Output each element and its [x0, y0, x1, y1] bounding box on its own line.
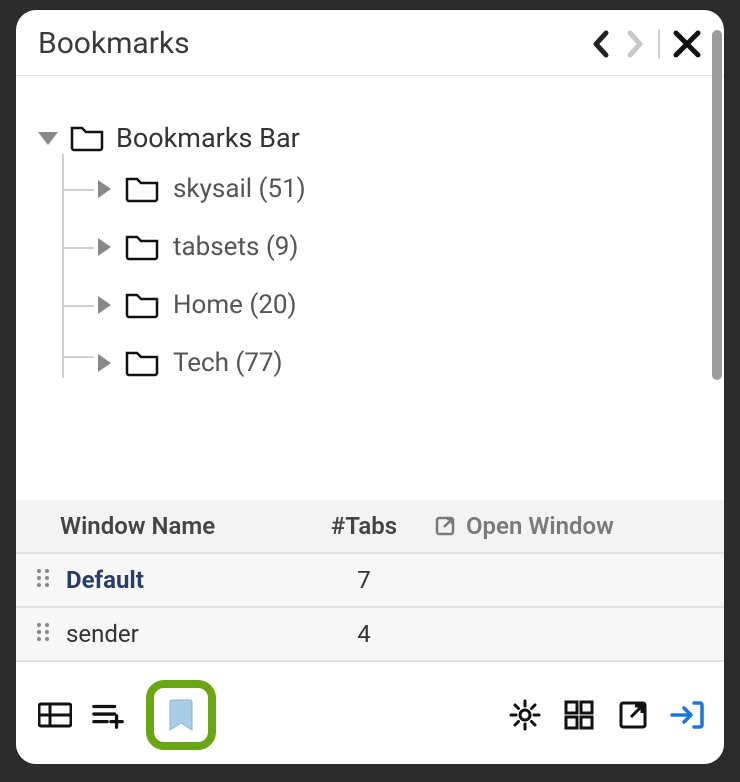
col-header-name: Window Name	[34, 512, 294, 540]
nav-forward-button[interactable]	[624, 29, 646, 59]
bottom-toolbar	[16, 662, 724, 764]
drag-handle-icon[interactable]	[34, 566, 52, 594]
table-row[interactable]: sender 4	[16, 608, 724, 662]
tree-item-label: Tech (77)	[173, 348, 283, 378]
open-external-icon	[434, 515, 456, 537]
chevron-right-icon	[98, 354, 111, 372]
tree-item[interactable]: Home (20)	[64, 276, 702, 334]
login-button[interactable]	[670, 698, 704, 732]
window-tab-count: 7	[294, 566, 434, 594]
folder-icon	[125, 291, 159, 319]
folder-icon	[125, 175, 159, 203]
playlist-add-icon	[92, 700, 126, 730]
window-name: sender	[66, 620, 139, 648]
drag-handle-icon[interactable]	[34, 620, 52, 648]
bookmark-icon	[166, 698, 196, 732]
list-view-button[interactable]	[38, 698, 72, 732]
settings-button[interactable]	[508, 698, 542, 732]
chevron-right-icon	[98, 238, 111, 256]
window-tab-count: 4	[294, 620, 434, 648]
tree-item[interactable]: skysail (51)	[64, 160, 702, 218]
chevron-right-icon	[624, 29, 646, 59]
tree-item-label: tabsets (9)	[173, 232, 298, 262]
panel-title: Bookmarks	[38, 26, 590, 61]
gear-icon	[509, 699, 541, 731]
panel-header: Bookmarks	[16, 10, 724, 76]
windows-table: Window Name #Tabs Open Window Default 7	[16, 500, 724, 662]
chevron-left-icon	[590, 29, 612, 59]
tree-children: skysail (51) tabsets (9) Home (20) Tech …	[62, 154, 702, 378]
close-icon	[672, 29, 702, 59]
grid-view-button[interactable]	[562, 698, 596, 732]
tree-item-label: skysail (51)	[173, 174, 306, 204]
bookmarks-tree: Bookmarks Bar skysail (51) tabsets (9) H…	[16, 76, 724, 500]
tree-root-label: Bookmarks Bar	[116, 122, 300, 154]
open-external-icon	[618, 700, 648, 730]
folder-icon	[70, 124, 104, 152]
folder-icon	[125, 349, 159, 377]
bookmark-toggle-button[interactable]	[146, 680, 216, 750]
scrollbar[interactable]	[712, 30, 722, 380]
open-window-button[interactable]: Open Window	[434, 512, 706, 540]
nav-back-button[interactable]	[590, 29, 612, 59]
extension-panel: Bookmarks Bookmarks Bar	[16, 10, 724, 764]
col-header-tabs: #Tabs	[294, 512, 434, 540]
grid-icon	[564, 700, 594, 730]
open-window-label: Open Window	[466, 512, 614, 540]
chevron-down-icon	[38, 132, 58, 145]
chevron-right-icon	[98, 180, 111, 198]
tree-item-label: Home (20)	[173, 290, 297, 320]
login-icon	[670, 700, 704, 730]
table-row[interactable]: Default 7	[16, 554, 724, 608]
popout-button[interactable]	[616, 698, 650, 732]
add-list-button[interactable]	[92, 698, 126, 732]
header-actions	[590, 29, 702, 59]
tree-item[interactable]: Tech (77)	[64, 334, 702, 378]
tree-root-item[interactable]: Bookmarks Bar	[38, 122, 702, 154]
window-name: Default	[66, 566, 144, 594]
list-icon	[38, 701, 72, 729]
chevron-right-icon	[98, 296, 111, 314]
close-button[interactable]	[672, 29, 702, 59]
table-header: Window Name #Tabs Open Window	[16, 500, 724, 554]
divider	[658, 29, 660, 59]
tree-item[interactable]: tabsets (9)	[64, 218, 702, 276]
folder-icon	[125, 233, 159, 261]
